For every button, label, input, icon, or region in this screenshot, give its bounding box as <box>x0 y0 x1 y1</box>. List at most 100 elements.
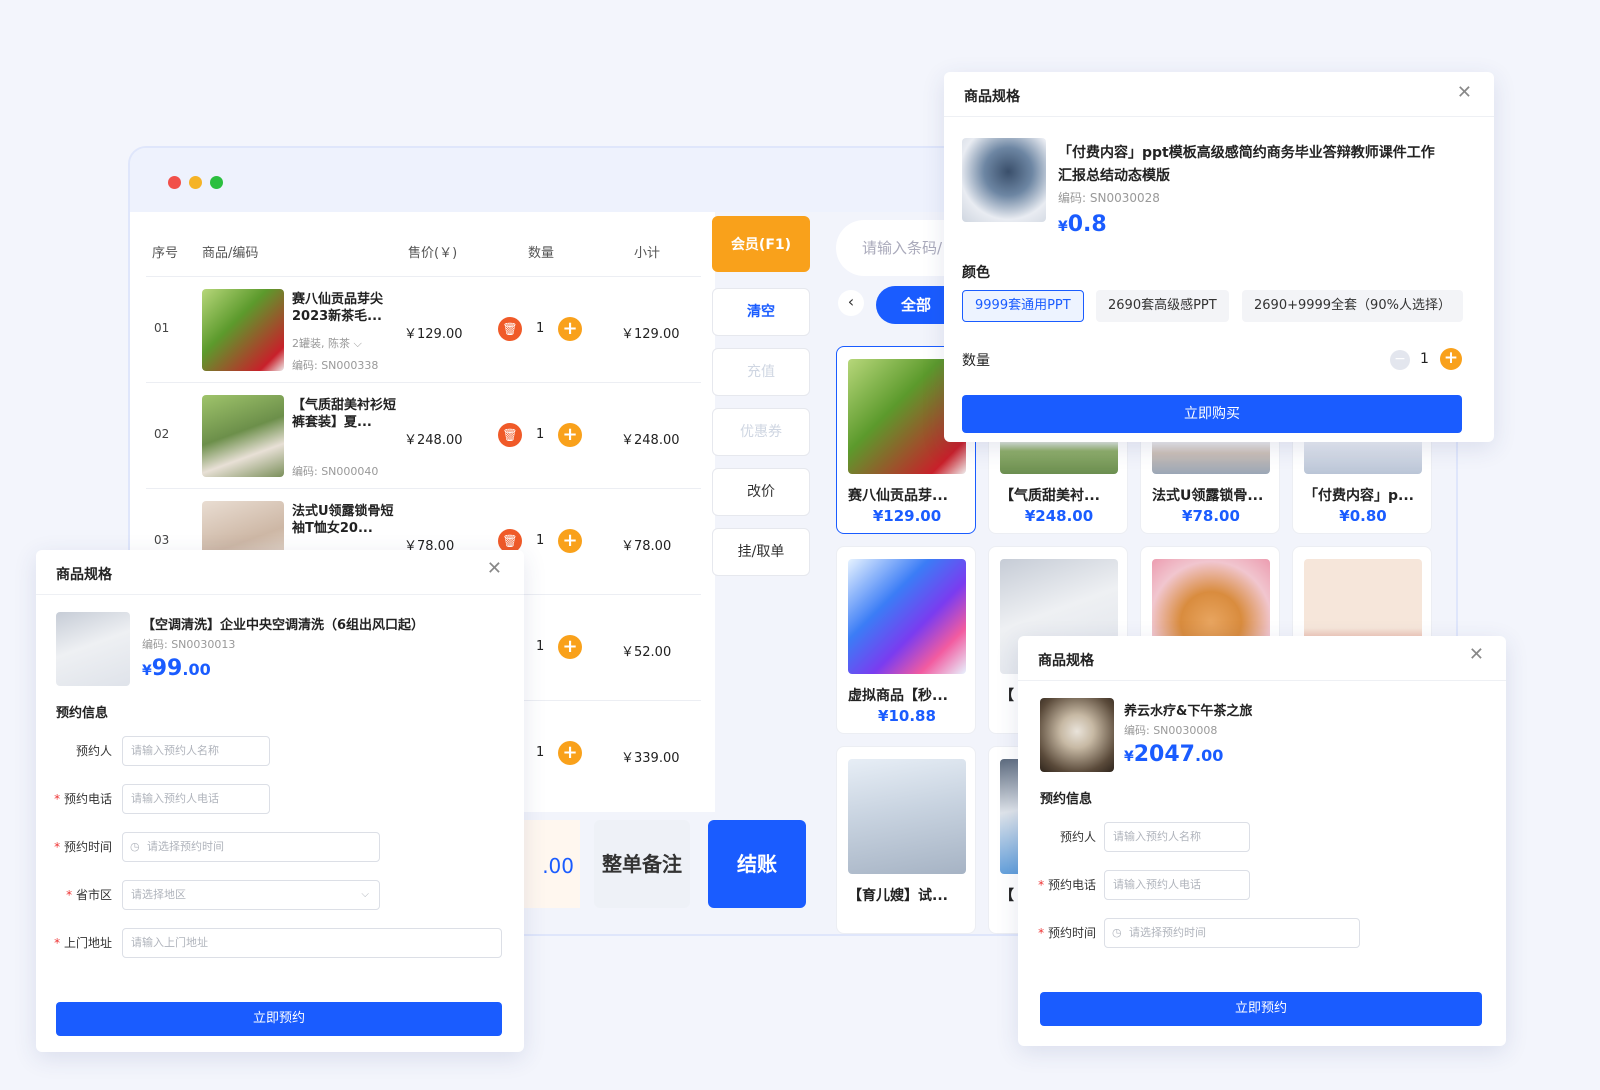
plus-icon[interactable]: + <box>558 317 582 341</box>
product-thumbnail <box>1040 698 1114 772</box>
field-label-phone: * 预约电话 <box>1026 876 1096 893</box>
product-card-price: ¥248.00 <box>1024 507 1094 525</box>
row-subtotal: ￥339.00 <box>621 751 680 766</box>
price-decimal: .00 <box>182 660 211 679</box>
required-mark: * <box>66 888 76 902</box>
checkout-bar: .00 整单备注 结账 <box>520 820 815 908</box>
table-row[interactable]: 01 赛八仙贡品芽尖2023新茶毛... 2罐装, 陈茶 ⌵ 编码: SN000… <box>146 276 701 382</box>
order-note-button[interactable]: 整单备注 <box>594 820 690 908</box>
maximize-window-dot[interactable] <box>210 176 223 189</box>
spec-modal-spa: 商品规格 ✕ 养云水疗&下午茶之旅 编码: SN0030008 ¥2047.00… <box>1018 636 1506 1046</box>
label-text: 预约电话 <box>63 792 112 806</box>
product-card-title: 法式U领露锁骨... <box>1152 488 1264 504</box>
field-label-region: * 省市区 <box>42 886 112 903</box>
row-index: 02 <box>154 427 170 441</box>
row-subtotal: ￥248.00 <box>621 433 680 448</box>
product-card[interactable]: 【育儿嫂】试... <box>836 746 976 934</box>
clear-button[interactable]: 清空 <box>712 288 810 336</box>
close-icon[interactable]: ✕ <box>487 558 502 579</box>
product-name: 法式U领露锁骨短袖T恤女20... <box>292 504 394 536</box>
price-integer: 2047 <box>1133 742 1195 767</box>
row-subtotal: ￥129.00 <box>621 327 680 342</box>
picker-placeholder: 请选择预约时间 <box>1129 926 1206 939</box>
chevron-down-icon: ⌵ <box>361 889 369 900</box>
required-mark: * <box>54 840 64 854</box>
booker-name-input[interactable]: 请输入预约人名称 <box>122 736 270 766</box>
row-index: 03 <box>154 533 170 547</box>
option-chip[interactable]: 2690+9999全套（90%人选择） <box>1242 290 1463 322</box>
product-card-title: 【气质甜美衬... <box>1000 488 1100 504</box>
option-chip-selected[interactable]: 9999套通用PPT <box>962 290 1084 322</box>
booker-name-input[interactable]: 请输入预约人名称 <box>1104 822 1250 852</box>
label-text: 预约人 <box>75 744 112 758</box>
trash-icon[interactable]: 🗑 <box>498 423 522 447</box>
book-now-button[interactable]: 立即预约 <box>56 1002 502 1036</box>
field-label-time: * 预约时间 <box>1026 924 1096 941</box>
quantity-value: 1 <box>536 745 545 760</box>
coupon-button[interactable]: 优惠券 <box>712 408 810 456</box>
row-index: 01 <box>154 321 170 335</box>
product-price: ¥0.8 <box>1058 212 1107 237</box>
booking-section-title: 预约信息 <box>56 706 109 721</box>
product-card[interactable]: 虚拟商品【秒... ¥10.88 <box>836 546 976 734</box>
modal-title: 商品规格 <box>964 89 1020 105</box>
product-thumbnail <box>962 138 1046 222</box>
product-thumbnail <box>202 395 284 477</box>
buy-now-button[interactable]: 立即购买 <box>962 395 1462 433</box>
recharge-button[interactable]: 充值 <box>712 348 810 396</box>
plus-icon[interactable]: + <box>558 741 582 765</box>
booking-time-picker[interactable]: ◷ 请选择预约时间 <box>122 832 380 862</box>
clock-icon: ◷ <box>130 840 140 853</box>
close-icon[interactable]: ✕ <box>1469 644 1484 665</box>
hold-order-button[interactable]: 挂/取单 <box>712 528 810 576</box>
checkout-button[interactable]: 结账 <box>708 820 806 908</box>
minimize-window-dot[interactable] <box>189 176 202 189</box>
header-price: 售价(￥) <box>408 246 458 261</box>
chevron-left-icon[interactable]: ‹ <box>838 290 864 316</box>
plus-icon[interactable]: + <box>558 529 582 553</box>
trash-icon[interactable]: 🗑 <box>498 317 522 341</box>
address-input[interactable]: 请输入上门地址 <box>122 928 502 958</box>
book-now-button[interactable]: 立即预约 <box>1040 992 1482 1026</box>
region-select[interactable]: 请选择地区 ⌵ <box>122 880 380 910</box>
booking-time-picker[interactable]: ◷ 请选择预约时间 <box>1104 918 1360 948</box>
product-price: ￥248.00 <box>404 433 463 448</box>
product-name: 赛八仙贡品芽尖2023新茶毛... <box>292 292 384 324</box>
product-name-line-1: 「付费内容」ppt模板高级感简约商务毕业答辩教师课件工作 <box>1058 145 1435 161</box>
required-mark: * <box>1038 926 1048 940</box>
product-name: 【气质甜美衬衫短裤套装】夏... <box>292 398 397 430</box>
plus-icon[interactable]: + <box>558 423 582 447</box>
product-card-price: ¥129.00 <box>872 507 942 525</box>
plus-icon[interactable]: + <box>558 635 582 659</box>
booker-phone-input[interactable]: 请输入预约人电话 <box>1104 870 1250 900</box>
currency-symbol: ¥ <box>1058 219 1068 235</box>
close-icon[interactable]: ✕ <box>1457 82 1472 103</box>
booking-section-title: 预约信息 <box>1040 792 1093 807</box>
product-name: 【空调清洗】企业中央空调清洗（6组出风口起） <box>142 618 425 633</box>
option-chip[interactable]: 2690套高级感PPT <box>1096 290 1229 322</box>
product-spec[interactable]: 2罐装, 陈茶 ⌵ <box>292 335 362 351</box>
header-index: 序号 <box>152 246 179 261</box>
required-mark: * <box>54 936 64 950</box>
table-row[interactable]: 02 【气质甜美衬衫短裤套装】夏... 编码: SN000040 ￥248.00… <box>146 382 701 488</box>
booker-phone-input[interactable]: 请输入预约人电话 <box>122 784 270 814</box>
product-card-price: ¥78.00 <box>1182 507 1240 525</box>
product-thumbnail <box>202 289 284 371</box>
price-integer: 99 <box>151 656 183 681</box>
label-text: 省市区 <box>75 888 112 902</box>
currency-symbol: ¥ <box>142 663 152 679</box>
color-label: 颜色 <box>962 265 990 281</box>
reprice-button[interactable]: 改价 <box>712 468 810 516</box>
member-button[interactable]: 会员(F1) <box>712 216 810 272</box>
spec-modal-ppt: 商品规格 ✕ 「付费内容」ppt模板高级感简约商务毕业答辩教师课件工作 汇报总结… <box>944 72 1494 442</box>
plus-icon[interactable]: + <box>1440 348 1462 370</box>
close-window-dot[interactable] <box>168 176 181 189</box>
quantity-value: 1 <box>536 321 545 336</box>
product-code: 编码: SN0030013 <box>142 638 236 651</box>
product-name: 「付费内容」ppt模板高级感简约商务毕业答辩教师课件工作 汇报总结动态模版 <box>1058 142 1468 188</box>
product-card-title: 赛八仙贡品芽... <box>848 488 948 504</box>
select-placeholder: 请选择地区 <box>131 888 186 901</box>
minus-icon[interactable]: − <box>1390 350 1410 370</box>
field-label-time: * 预约时间 <box>42 838 112 855</box>
label-text: 预约时间 <box>1047 926 1096 940</box>
